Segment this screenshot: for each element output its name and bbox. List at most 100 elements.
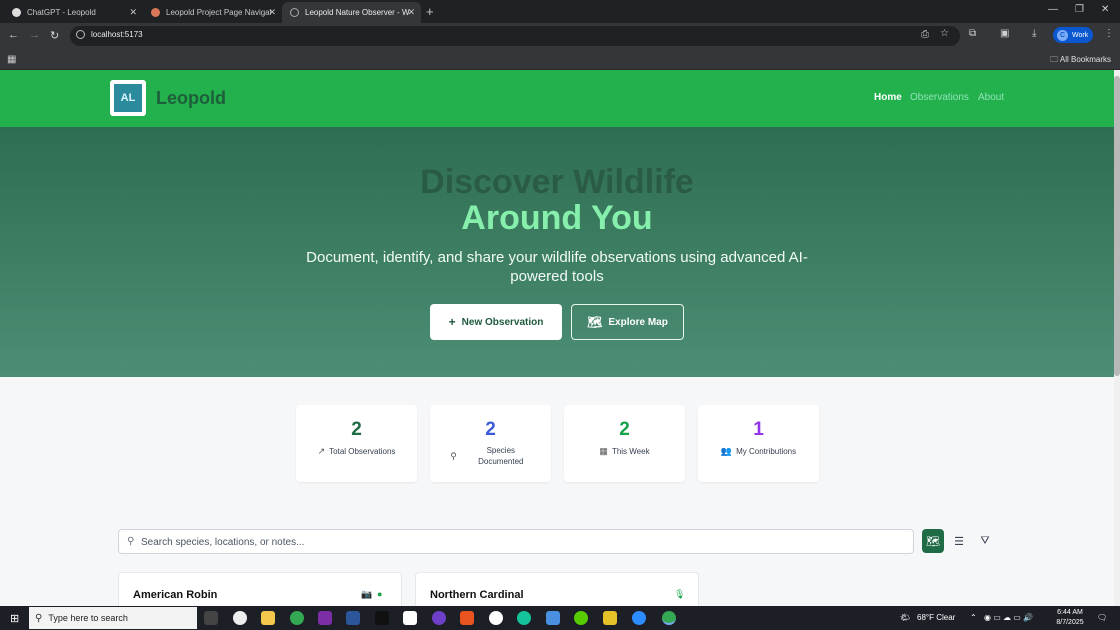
- claude-icon: [151, 8, 160, 17]
- onenote-icon[interactable]: [318, 611, 332, 625]
- extensions-icon[interactable]: ⧉: [969, 28, 976, 39]
- address-bar[interactable]: localhost:5173 ⎙ ☆: [70, 26, 960, 46]
- grammarly-icon[interactable]: [517, 611, 531, 625]
- stat-label: Species Documented: [478, 446, 524, 466]
- filter-button[interactable]: ⛛: [974, 529, 996, 553]
- os-taskbar: ⊞ ⚲ Type here to search 🌤 68°F Clear ⌃ ◉…: [0, 606, 1120, 630]
- app-icon[interactable]: [489, 611, 503, 625]
- brand-name[interactable]: Leopold: [156, 88, 226, 109]
- stat-card-my-contributions: 1 👥 My Contributions: [698, 405, 819, 482]
- taskbar-search[interactable]: ⚲ Type here to search: [29, 607, 197, 629]
- chevron-up-icon[interactable]: ⌃: [970, 613, 977, 622]
- task-view-icon[interactable]: [204, 611, 218, 625]
- chatgpt-icon: [12, 8, 21, 17]
- stat-label: This Week: [611, 447, 650, 456]
- window-close-icon[interactable]: ✕: [1101, 4, 1109, 15]
- install-app-icon[interactable]: ⎙: [921, 29, 929, 40]
- logo[interactable]: AL: [110, 80, 146, 116]
- trending-up-icon: ↗: [317, 446, 326, 456]
- stat-label: My Contributions: [736, 447, 797, 456]
- close-icon[interactable]: ✕: [407, 7, 415, 18]
- chrome-icon[interactable]: [662, 611, 676, 625]
- explore-map-button[interactable]: 🗺 Explore Map: [571, 304, 684, 340]
- duolingo-icon[interactable]: [574, 611, 588, 625]
- all-bookmarks-button[interactable]: 🗀 All Bookmarks: [1050, 54, 1111, 68]
- new-observation-button[interactable]: + New Observation: [430, 304, 562, 340]
- windows-start-icon[interactable]: ⊞: [10, 612, 19, 625]
- scrollbar-thumb[interactable]: [1114, 76, 1120, 376]
- tab-chatgpt[interactable]: ChatGPT - Leopold ✕: [4, 2, 143, 23]
- search-icon: ⚲: [35, 612, 43, 624]
- stat-card-species-documented: 2 ⚲ Species Documented: [430, 405, 551, 482]
- plus-icon: +: [448, 315, 456, 329]
- word-icon[interactable]: [346, 611, 360, 625]
- restore-icon[interactable]: ❐: [1075, 4, 1084, 15]
- hero-title-line2: Around You: [461, 199, 653, 237]
- store-icon[interactable]: [603, 611, 617, 625]
- search-icon: ⚲: [450, 450, 457, 461]
- camera-icon: 📷: [361, 589, 373, 599]
- notifications-icon[interactable]: 🗨: [1097, 613, 1107, 622]
- map-icon: 🗺: [926, 535, 940, 548]
- calendar-icon: ▦: [599, 446, 608, 456]
- app-icon[interactable]: [233, 611, 247, 625]
- notion-icon[interactable]: [403, 611, 417, 625]
- bookmarks-bar: ▦ 🗀 All Bookmarks: [0, 49, 1120, 70]
- globe-icon: [290, 8, 299, 17]
- site-info-icon[interactable]: [76, 30, 85, 39]
- forward-icon[interactable]: →: [29, 29, 40, 41]
- tab-leopold[interactable]: Leopold Nature Observer - Wil ✕: [282, 2, 421, 23]
- profile-button[interactable]: C Work: [1053, 27, 1093, 43]
- grid-view-button[interactable]: 🗺: [922, 529, 944, 553]
- back-icon[interactable]: ←: [8, 29, 19, 41]
- nav-home[interactable]: Home: [874, 92, 902, 103]
- new-tab-icon[interactable]: +: [426, 4, 434, 19]
- app-icon[interactable]: [460, 611, 474, 625]
- profile-label: Work: [1072, 31, 1089, 39]
- hero-section: Discover Wildlife Around You Document, i…: [0, 127, 1114, 377]
- split-view-icon[interactable]: ▣: [1000, 28, 1009, 39]
- microphone-icon: 🎙: [674, 589, 686, 599]
- close-icon[interactable]: ✕: [268, 7, 276, 18]
- download-icon[interactable]: ⤓: [1032, 28, 1036, 39]
- stat-card-total-observations: 2 ↗ Total Observations: [296, 405, 417, 482]
- file-explorer-icon[interactable]: [261, 611, 275, 625]
- weather-icon: 🌤: [900, 613, 911, 622]
- list-icon: ☰: [954, 535, 964, 548]
- filter-icon: ⛛: [980, 534, 990, 547]
- taskbar-clock[interactable]: 6:44 AM 8/7/2025: [1050, 608, 1090, 628]
- tab-claude[interactable]: Leopold Project Page Navigati ✕: [143, 2, 282, 23]
- search-input[interactable]: [141, 534, 901, 550]
- nav-about[interactable]: About: [978, 92, 1004, 103]
- stat-label-row: ↗ Total Observations: [296, 446, 417, 457]
- tab-title: Leopold Nature Observer - Wil: [305, 8, 410, 17]
- map-icon: 🗺: [587, 315, 603, 329]
- all-bookmarks-label: All Bookmarks: [1059, 55, 1111, 64]
- apps-grid-icon[interactable]: ▦: [7, 54, 16, 65]
- minimize-icon[interactable]: —: [1048, 4, 1058, 15]
- stat-value: 2: [351, 419, 362, 440]
- profile-avatar: C: [1057, 29, 1068, 41]
- stat-value: 2: [619, 419, 630, 440]
- list-view-button[interactable]: ☰: [948, 529, 970, 553]
- close-icon[interactable]: ✕: [129, 7, 137, 18]
- nav-observations[interactable]: Observations: [910, 92, 969, 103]
- app-icon[interactable]: [546, 611, 560, 625]
- observation-search: ⚲: [118, 529, 914, 554]
- explore-map-label: Explore Map: [608, 316, 668, 328]
- bookmark-star-icon[interactable]: ☆: [940, 28, 949, 39]
- menu-icon[interactable]: ⋮: [1104, 28, 1114, 39]
- zoom-icon[interactable]: [632, 611, 646, 625]
- stat-label-row: ⚲ Species Documented: [430, 445, 551, 467]
- stat-value: 2: [485, 419, 496, 440]
- terminal-icon[interactable]: [375, 611, 389, 625]
- github-icon[interactable]: [432, 611, 446, 625]
- reload-icon[interactable]: ↻: [50, 29, 59, 42]
- tray-icons[interactable]: ◉ ▭ ☁ ▭ 🔊: [984, 613, 1033, 622]
- observation-species: Northern Cardinal: [430, 589, 524, 601]
- observation-species: American Robin: [133, 589, 218, 601]
- weather-text[interactable]: 68°F Clear: [917, 613, 955, 622]
- site-header: AL Leopold Home Observations About: [0, 70, 1114, 127]
- chrome-icon[interactable]: [290, 611, 304, 625]
- tab-title: Leopold Project Page Navigati: [166, 8, 271, 17]
